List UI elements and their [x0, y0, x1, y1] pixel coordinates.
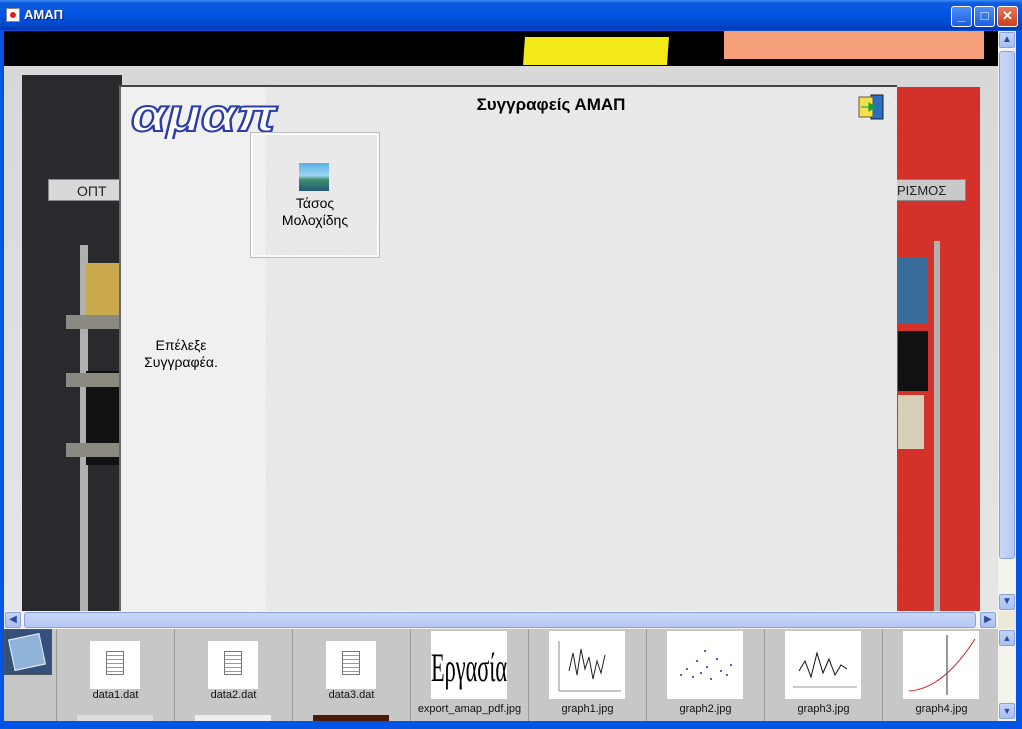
graph-preview: [549, 631, 625, 699]
image-thumbnail: [903, 631, 979, 699]
scroll-down-button[interactable]: ▼: [999, 594, 1015, 610]
right-shelf-object-blue: [898, 257, 928, 323]
file-item[interactable]: data3.dat: [292, 629, 410, 721]
text-image-preview: Εργασία: [431, 645, 507, 690]
right-pole: [934, 241, 940, 611]
chevron-up-icon: ▲: [1002, 34, 1012, 45]
file-item[interactable]: graph1.jpg: [528, 629, 646, 721]
next-row-preview: [77, 715, 153, 721]
author-first-name: Τάσος: [295, 195, 335, 211]
author-card[interactable]: Τάσος Μολοχίδης: [250, 132, 380, 258]
image-thumbnail: [667, 631, 743, 699]
left-shelf: [66, 373, 120, 387]
horizontal-scroll-thumb[interactable]: [24, 612, 976, 628]
scroll-up-button[interactable]: ▲: [999, 32, 1015, 48]
select-author-prompt: Επέλεξε Συγγραφέα.: [121, 337, 241, 371]
scrollbar-corner: [998, 611, 1016, 629]
notepad-icon[interactable]: [4, 629, 52, 675]
right-wall-sign: ΡΙΣΜΟΣ: [894, 179, 966, 201]
right-shelf-object-dark: [898, 331, 928, 391]
exit-button[interactable]: [857, 93, 885, 121]
left-shelf: [66, 315, 120, 329]
document-icon: [208, 641, 258, 689]
file-bar-scrollbar[interactable]: ▲ ▼: [998, 629, 1016, 721]
exit-door-icon: [858, 94, 884, 120]
file-scroll-up-button[interactable]: ▲: [999, 630, 1015, 646]
scroll-right-button[interactable]: ▶: [980, 612, 996, 628]
landscape-photo-icon: [299, 163, 329, 191]
file-name: graph1.jpg: [561, 703, 614, 715]
file-name: data3.dat: [328, 689, 375, 701]
document-icon: [326, 641, 376, 689]
left-shelf: [66, 443, 120, 457]
main-vertical-scrollbar[interactable]: ▲ ▼: [998, 31, 1016, 611]
panel-title: Συγγραφείς ΑΜΑΠ: [476, 95, 626, 114]
graph-preview: [667, 631, 743, 699]
file-browser-bar: data1.dat data2.dat data3.dat Εργασία ex…: [4, 629, 998, 721]
image-text: Εργασία: [431, 645, 507, 690]
right-shelf-object-cream: [898, 395, 924, 449]
image-thumbnail: [549, 631, 625, 699]
minimize-button[interactable]: _: [951, 6, 972, 27]
author-last-name: Μολοχίδης: [281, 212, 349, 228]
image-thumbnail: Εργασία: [431, 631, 507, 699]
next-row-preview: [195, 715, 271, 721]
vertical-scroll-thumb[interactable]: [999, 51, 1015, 559]
orange-banner: [724, 31, 984, 59]
main-horizontal-scrollbar[interactable]: ◀ ▶: [4, 611, 998, 629]
chevron-down-icon: ▼: [1002, 596, 1012, 607]
file-item[interactable]: graph4.jpg: [882, 629, 998, 721]
chevron-down-icon: ▼: [1002, 706, 1012, 716]
file-name: data2.dat: [210, 689, 257, 701]
window-titlebar[interactable]: ΑΜΑΠ _ □ ✕: [0, 0, 1022, 30]
chevron-right-icon: ▶: [984, 614, 992, 625]
yellow-banner: [523, 37, 669, 65]
prompt-line-1: Επέλεξε: [155, 337, 207, 353]
document-icon: [90, 641, 140, 689]
file-name: data1.dat: [92, 689, 139, 701]
file-item[interactable]: Εργασία export_amap_pdf.jpg: [410, 629, 528, 721]
image-thumbnail: [785, 631, 861, 699]
close-icon: ✕: [1002, 8, 1013, 23]
chevron-left-icon: ◀: [9, 614, 17, 625]
file-list: data1.dat data2.dat data3.dat Εργασία ex…: [56, 629, 998, 721]
window-title: ΑΜΑΠ: [24, 7, 63, 22]
file-item[interactable]: graph2.jpg: [646, 629, 764, 721]
file-name: graph4.jpg: [915, 703, 968, 715]
left-wall-sign: ΟΠΤ: [48, 179, 122, 201]
authors-panel: Επέλεξε Συγγραφέα. αμαπ Συγγραφείς ΑΜΑΠ …: [119, 85, 897, 611]
graph-preview: [903, 631, 979, 699]
file-scroll-down-button[interactable]: ▼: [999, 703, 1015, 719]
scene-viewport: ΟΠΤ ΡΙΣΜΟΣ Επέλεξε Συγγραφέα. αμαπ Συγγρ…: [4, 31, 998, 611]
author-name: Τάσος Μολοχίδης: [253, 195, 377, 229]
file-name: export_amap_pdf.jpg: [417, 703, 522, 715]
file-item[interactable]: data1.dat: [56, 629, 174, 721]
close-button[interactable]: ✕: [997, 6, 1018, 27]
left-shelf-object: [86, 263, 120, 323]
prompt-line-2: Συγγραφέα.: [144, 354, 218, 370]
maximize-button[interactable]: □: [974, 6, 995, 27]
file-item[interactable]: graph3.jpg: [764, 629, 882, 721]
maximize-icon: □: [980, 8, 989, 23]
file-name: graph3.jpg: [797, 703, 850, 715]
panel-sidebar: Επέλεξε Συγγραφέα.: [121, 87, 266, 611]
chevron-up-icon: ▲: [1002, 633, 1012, 643]
next-row-preview: [313, 715, 389, 721]
graph-preview: [785, 631, 861, 699]
file-name: graph2.jpg: [679, 703, 732, 715]
left-wall: [22, 75, 122, 611]
file-item[interactable]: data2.dat: [174, 629, 292, 721]
minimize-icon: _: [957, 8, 966, 23]
scroll-left-button[interactable]: ◀: [5, 612, 21, 628]
java-icon: [6, 8, 20, 22]
